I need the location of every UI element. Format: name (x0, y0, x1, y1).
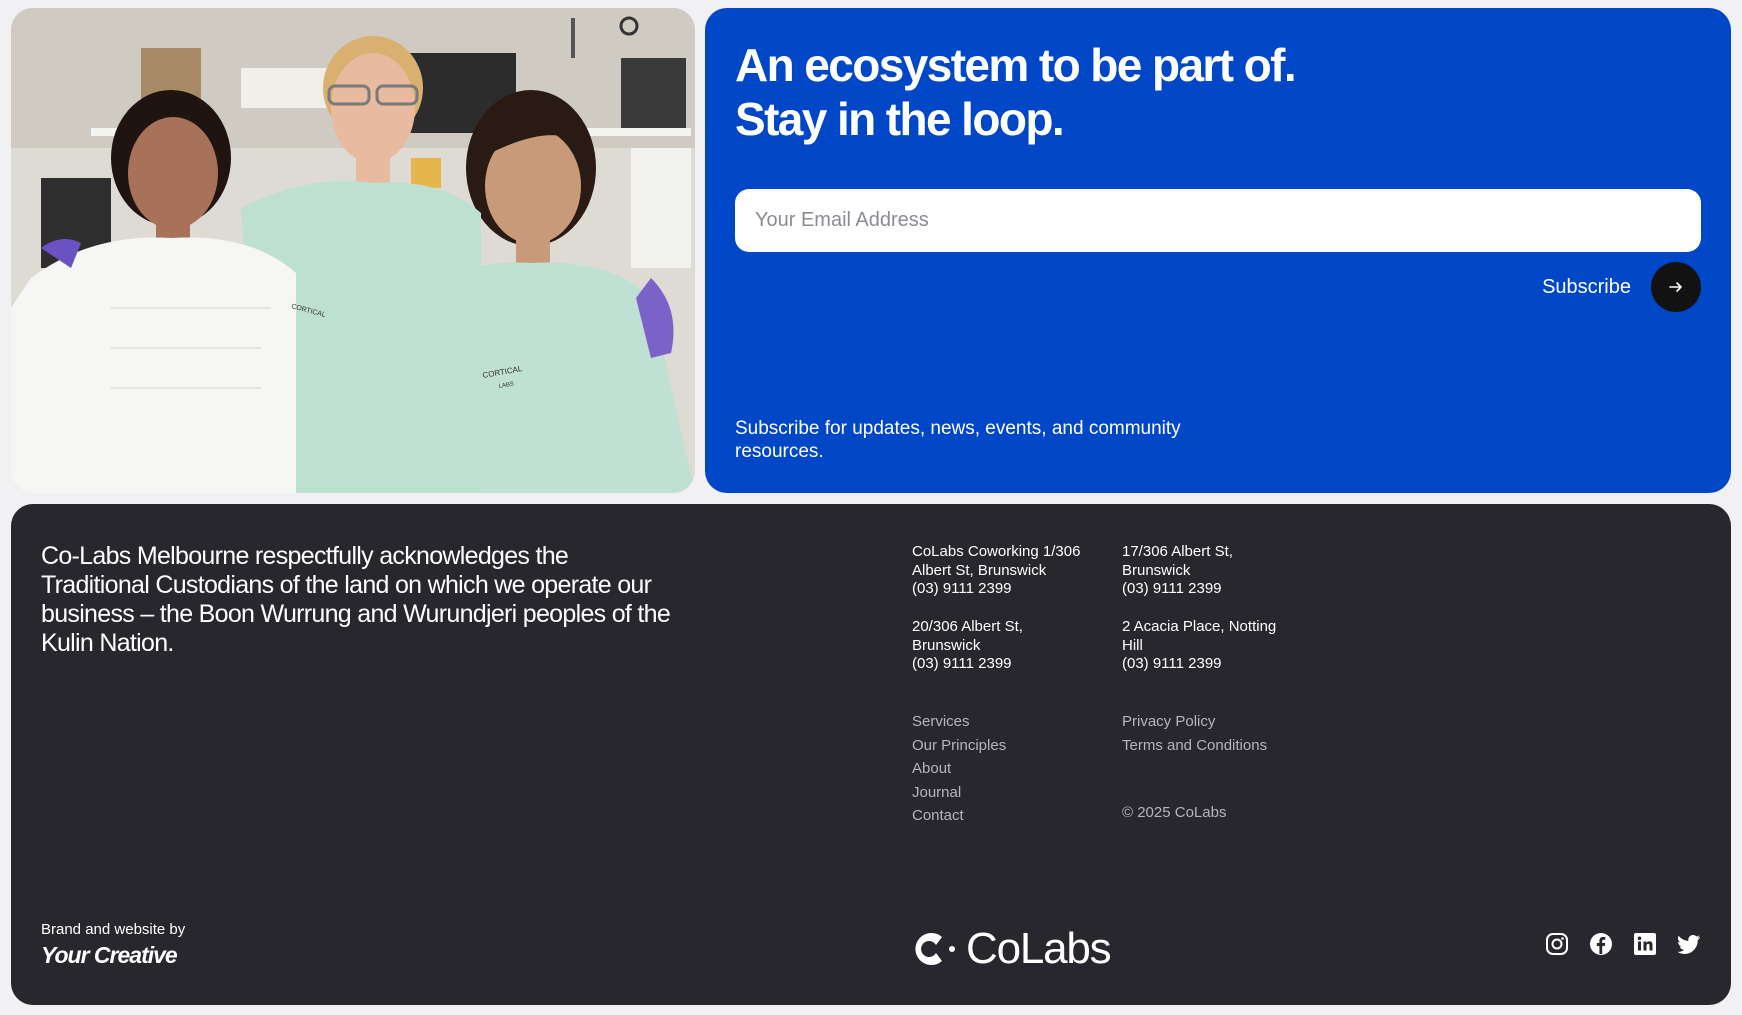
address-line: 2 Acacia Place, Notting (1122, 618, 1277, 635)
subscribe-button[interactable]: Subscribe (1542, 262, 1701, 312)
team-photo: CORTICAL CORTICAL LABS (11, 8, 695, 493)
social-links (1545, 932, 1701, 956)
logo-wordmark: CoLabs (966, 924, 1112, 973)
footer-link-privacy[interactable]: Privacy Policy (1122, 710, 1267, 734)
address-block: 17/306 Albert St, Brunswick (03) 9111 23… (1122, 543, 1317, 599)
address-line: Brunswick (1122, 561, 1191, 579)
email-input[interactable] (735, 189, 1701, 252)
address-line: Albert St, Brunswick (912, 561, 1047, 579)
copyright: © 2025 CoLabs (1122, 804, 1227, 821)
footer-link-principles[interactable]: Our Principles (912, 734, 1006, 758)
photo-illustration: CORTICAL CORTICAL LABS (11, 8, 695, 493)
twitter-icon[interactable] (1677, 932, 1701, 956)
footer-link-about[interactable]: About (912, 757, 1006, 781)
address-line: Hill (1122, 636, 1143, 654)
address-block: 2 Acacia Place, Notting Hill (03) 9111 2… (1122, 618, 1317, 674)
footer-link-contact[interactable]: Contact (912, 804, 1006, 828)
headline-line-1: An ecosystem to be part of. (735, 39, 1297, 91)
site-footer: Co-Labs Melbourne respectfully acknowled… (11, 504, 1731, 1005)
newsletter-blurb: Subscribe for updates, news, events, and… (735, 418, 1181, 462)
address-block: 20/306 Albert St, Brunswick (03) 9111 23… (912, 618, 1107, 674)
agency-credit: Brand and website by Your Creative (41, 921, 185, 969)
address-phone[interactable]: (03) 9111 2399 (912, 580, 1107, 599)
address-phone[interactable]: (03) 9111 2399 (1122, 655, 1317, 674)
address-line: 20/306 Albert St, (912, 618, 1023, 635)
acknowledgement-of-country: Co-Labs Melbourne respectfully acknowled… (41, 542, 671, 657)
legal-nav: Privacy Policy Terms and Conditions (1122, 710, 1267, 757)
address-phone[interactable]: (03) 9111 2399 (912, 655, 1107, 674)
newsletter-panel: An ecosystem to be part of. Stay in the … (705, 8, 1731, 493)
footer-link-services[interactable]: Services (912, 710, 1006, 734)
facebook-icon[interactable] (1589, 932, 1613, 956)
subscribe-label: Subscribe (1542, 275, 1631, 298)
instagram-icon[interactable] (1545, 932, 1569, 956)
credit-label: Brand and website by (41, 921, 186, 938)
agency-logo[interactable]: Your Creative (41, 942, 185, 969)
footer-link-terms[interactable]: Terms and Conditions (1122, 734, 1267, 758)
headline-line-2: Stay in the loop. (735, 93, 1065, 145)
address-block: CoLabs Coworking 1/306 Albert St, Brunsw… (912, 543, 1107, 599)
address-line: CoLabs Coworking 1/306 (912, 543, 1081, 560)
address-line: 17/306 Albert St, (1122, 543, 1233, 560)
address-line: Brunswick (912, 636, 981, 654)
colabs-logo[interactable]: CoLabs (912, 924, 1112, 974)
arrow-right-icon[interactable] (1651, 262, 1701, 312)
top-section: CORTICAL CORTICAL LABS An ecosystem to b… (11, 8, 1731, 493)
footer-link-journal[interactable]: Journal (912, 781, 1006, 805)
address-phone[interactable]: (03) 9111 2399 (1122, 580, 1317, 599)
footer-nav: Services Our Principles About Journal Co… (912, 710, 1006, 828)
colabs-logo-mark (915, 933, 955, 965)
newsletter-headline: An ecosystem to be part of. Stay in the … (735, 38, 1297, 146)
linkedin-icon[interactable] (1633, 932, 1657, 956)
